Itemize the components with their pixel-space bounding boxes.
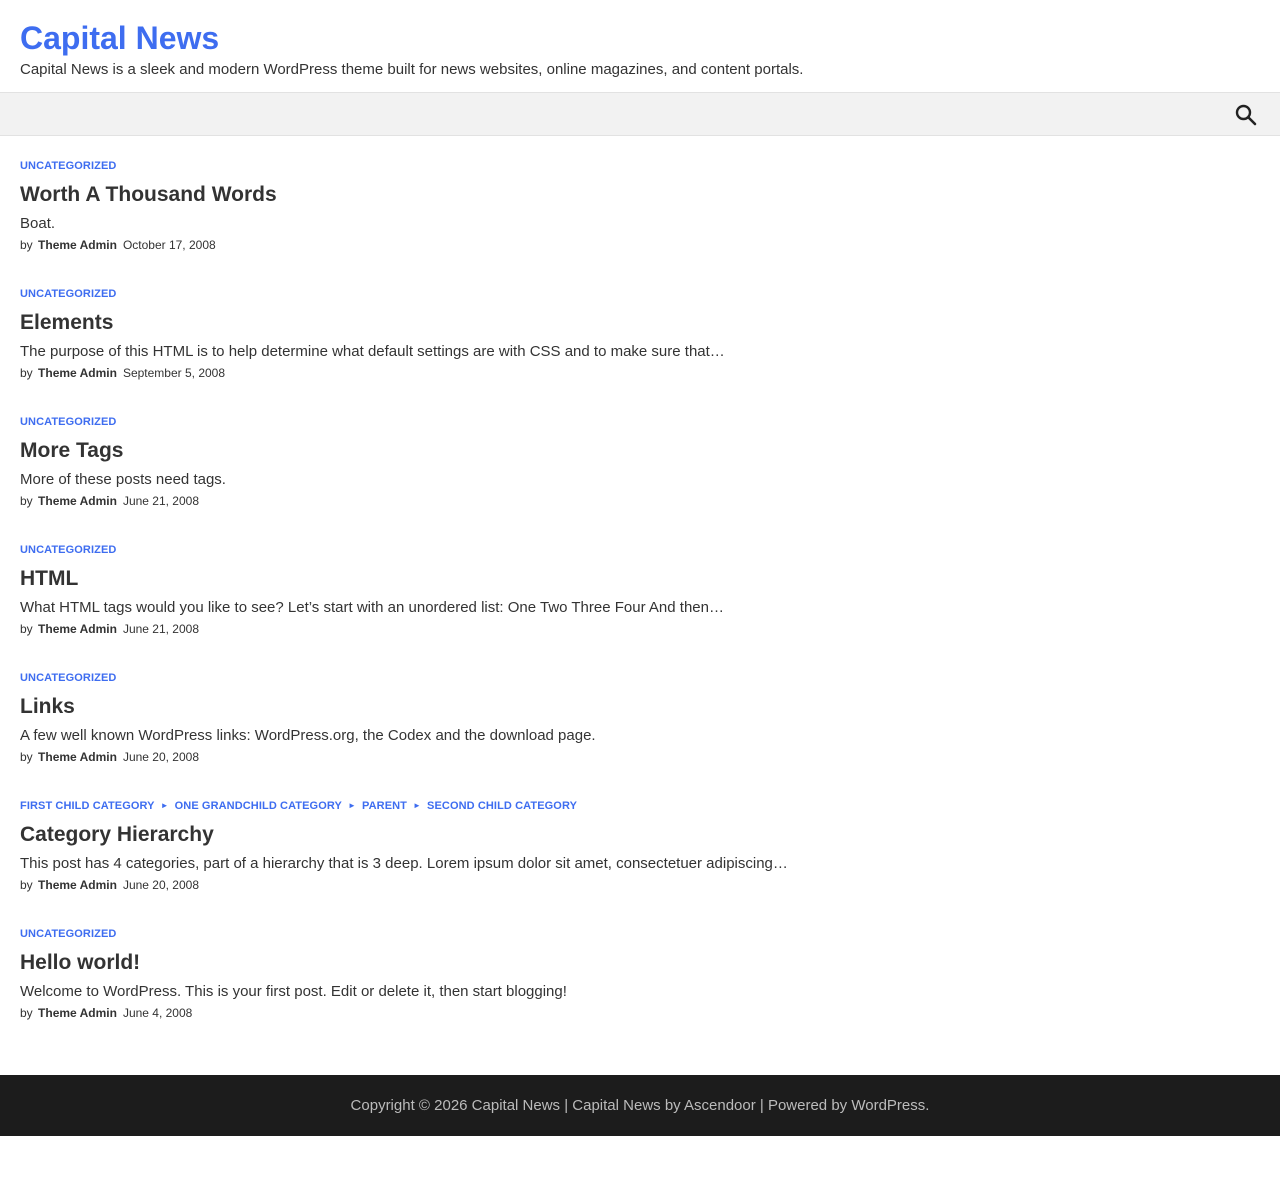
post-meta: by Theme Admin June 4, 2008 bbox=[20, 1004, 1260, 1022]
post-list: Uncategorized Worth A Thousand Words Boat.… bbox=[0, 136, 1280, 1055]
post-item: Uncategorized HTML What HTML tags would yo… bbox=[20, 543, 1260, 671]
post-author-link[interactable]: Theme Admin bbox=[38, 878, 117, 892]
post-title: Worth A Thousand Words bbox=[20, 180, 1260, 210]
post-by-label: by bbox=[20, 750, 33, 764]
post-author-link[interactable]: Theme Admin bbox=[38, 1006, 117, 1020]
category-link[interactable]: One Grandchild Category bbox=[175, 800, 342, 812]
post-title-link[interactable]: Links bbox=[20, 695, 75, 718]
category-link[interactable]: Uncategorized bbox=[20, 288, 116, 300]
post-meta: by Theme Admin October 17, 2008 bbox=[20, 236, 1260, 254]
post-date-link[interactable]: June 20, 2008 bbox=[123, 878, 199, 892]
post-item: First Child Category ► One Grandchild Cate… bbox=[20, 799, 1260, 927]
post-categories: Uncategorized bbox=[20, 287, 1260, 301]
post-excerpt: The purpose of this HTML is to help dete… bbox=[20, 343, 725, 360]
post-item: Uncategorized Worth A Thousand Words Boat.… bbox=[20, 159, 1260, 287]
post-item: Uncategorized Hello world! Welcome to Word… bbox=[20, 927, 1260, 1055]
post-title: Hello world! bbox=[20, 948, 1260, 978]
post-meta: by Theme Admin June 20, 2008 bbox=[20, 876, 1260, 894]
category-link[interactable]: Second Child Category bbox=[427, 800, 577, 812]
post-excerpt: Welcome to WordPress. This is your first… bbox=[20, 983, 567, 1000]
post-categories: Uncategorized bbox=[20, 927, 1260, 941]
post-meta: by Theme Admin June 20, 2008 bbox=[20, 748, 1260, 766]
post-title: Elements bbox=[20, 308, 1260, 338]
footer-end: . bbox=[925, 1097, 930, 1114]
post-by-label: by bbox=[20, 366, 33, 380]
post-by-label: by bbox=[20, 238, 33, 252]
post-item: Uncategorized Links A few well known WordP… bbox=[20, 671, 1260, 799]
post-meta: by Theme Admin September 5, 2008 bbox=[20, 364, 1260, 382]
category-link[interactable]: First Child Category bbox=[20, 800, 155, 812]
footer-wordpress-link[interactable]: WordPress bbox=[851, 1097, 925, 1114]
footer-separator: | Powered by bbox=[755, 1097, 852, 1114]
post-title-link[interactable]: Elements bbox=[20, 311, 113, 334]
post-meta: by Theme Admin June 21, 2008 bbox=[20, 620, 1260, 638]
site-header: Capital News Capital News is a sleek and… bbox=[0, 0, 1280, 93]
post-date-link[interactable]: June 4, 2008 bbox=[123, 1006, 192, 1020]
category-separator-icon: ► bbox=[160, 801, 169, 810]
footer-theme-author-link[interactable]: Ascendoor bbox=[684, 1097, 756, 1114]
post-date-link[interactable]: June 21, 2008 bbox=[123, 622, 199, 636]
post-by-label: by bbox=[20, 878, 33, 892]
post-categories: Uncategorized bbox=[20, 159, 1260, 173]
footer-copyright: Copyright © 2026 bbox=[350, 1097, 472, 1114]
category-link[interactable]: Uncategorized bbox=[20, 416, 116, 428]
post-date-link[interactable]: September 5, 2008 bbox=[123, 366, 225, 380]
post-categories: Uncategorized bbox=[20, 671, 1260, 685]
category-link[interactable]: Uncategorized bbox=[20, 544, 116, 556]
category-link[interactable]: Uncategorized bbox=[20, 160, 116, 172]
post-title: HTML bbox=[20, 564, 1260, 594]
post-author-link[interactable]: Theme Admin bbox=[38, 494, 117, 508]
post-excerpt: This post has 4 categories, part of a hi… bbox=[20, 855, 788, 872]
post-excerpt: What HTML tags would you like to see? Le… bbox=[20, 599, 724, 616]
post-title-link[interactable]: Worth A Thousand Words bbox=[20, 183, 277, 206]
footer-site-link[interactable]: Capital News bbox=[472, 1097, 560, 1114]
post-date-link[interactable]: June 20, 2008 bbox=[123, 750, 199, 764]
post-author-link[interactable]: Theme Admin bbox=[38, 366, 117, 380]
post-title: Category Hierarchy bbox=[20, 820, 1260, 850]
category-separator-icon: ► bbox=[347, 801, 356, 810]
category-separator-icon: ► bbox=[413, 801, 422, 810]
post-author-link[interactable]: Theme Admin bbox=[38, 750, 117, 764]
post-by-label: by bbox=[20, 494, 33, 508]
post-by-label: by bbox=[20, 1006, 33, 1020]
post-item: Uncategorized Elements The purpose of this… bbox=[20, 287, 1260, 415]
post-title: More Tags bbox=[20, 436, 1260, 466]
post-date-link[interactable]: October 17, 2008 bbox=[123, 238, 216, 252]
post-title: Links bbox=[20, 692, 1260, 722]
post-categories: Uncategorized bbox=[20, 415, 1260, 429]
category-link[interactable]: Uncategorized bbox=[20, 928, 116, 940]
post-categories: First Child Category ► One Grandchild Cate… bbox=[20, 799, 1260, 813]
post-date-link[interactable]: June 21, 2008 bbox=[123, 494, 199, 508]
post-excerpt: A few well known WordPress links: WordPr… bbox=[20, 727, 596, 744]
post-categories: Uncategorized bbox=[20, 543, 1260, 557]
post-title-link[interactable]: HTML bbox=[20, 567, 78, 590]
post-title-link[interactable]: More Tags bbox=[20, 439, 123, 462]
search-icon[interactable] bbox=[1234, 103, 1258, 127]
nav-bar bbox=[0, 93, 1280, 136]
post-title-link[interactable]: Category Hierarchy bbox=[20, 823, 214, 846]
category-link[interactable]: Parent bbox=[362, 800, 407, 812]
category-link[interactable]: Uncategorized bbox=[20, 672, 116, 684]
site-title[interactable]: Capital News bbox=[20, 20, 1260, 56]
post-meta: by Theme Admin June 21, 2008 bbox=[20, 492, 1260, 510]
post-author-link[interactable]: Theme Admin bbox=[38, 238, 117, 252]
post-item: Uncategorized More Tags More of these post… bbox=[20, 415, 1260, 543]
footer-separator: | Capital News by bbox=[560, 1097, 684, 1114]
post-title-link[interactable]: Hello world! bbox=[20, 951, 140, 974]
post-excerpt: More of these posts need tags. bbox=[20, 471, 226, 488]
post-author-link[interactable]: Theme Admin bbox=[38, 622, 117, 636]
site-footer: Copyright © 2026 Capital News | Capital … bbox=[0, 1075, 1280, 1136]
post-by-label: by bbox=[20, 622, 33, 636]
post-excerpt: Boat. bbox=[20, 215, 56, 232]
site-description: Capital News is a sleek and modern WordP… bbox=[20, 61, 804, 78]
